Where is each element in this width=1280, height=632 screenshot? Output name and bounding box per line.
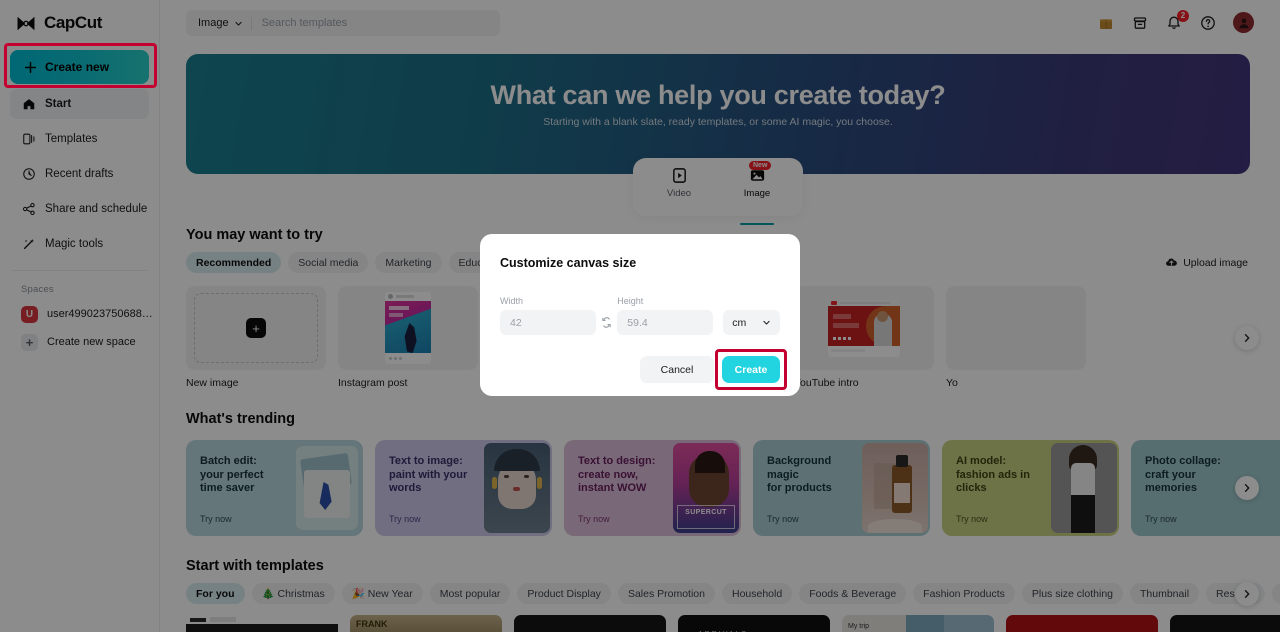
modal-title: Customize canvas size [500,256,637,270]
capcut-app: CapCut Create new Start Templates Recent [0,0,1280,632]
unit-dropdown[interactable]: cm [723,310,780,335]
swap-icon [602,317,611,328]
create-button[interactable]: Create [722,356,780,383]
modal-fields: Width Height cm [500,296,780,335]
swap-dimensions-button[interactable] [596,316,617,335]
width-input[interactable] [500,310,596,335]
height-label: Height [617,296,644,306]
unit-value: cm [732,316,747,329]
cancel-button[interactable]: Cancel [640,356,714,383]
customize-canvas-size-modal: Customize canvas size Width Height cm [480,234,800,396]
chevron-down-icon [763,320,770,325]
modal-actions: Cancel Create [500,349,787,390]
height-field-group: Height [617,296,714,335]
width-label: Width [500,296,524,306]
height-input[interactable] [617,310,714,335]
width-field-group: Width [500,296,596,335]
